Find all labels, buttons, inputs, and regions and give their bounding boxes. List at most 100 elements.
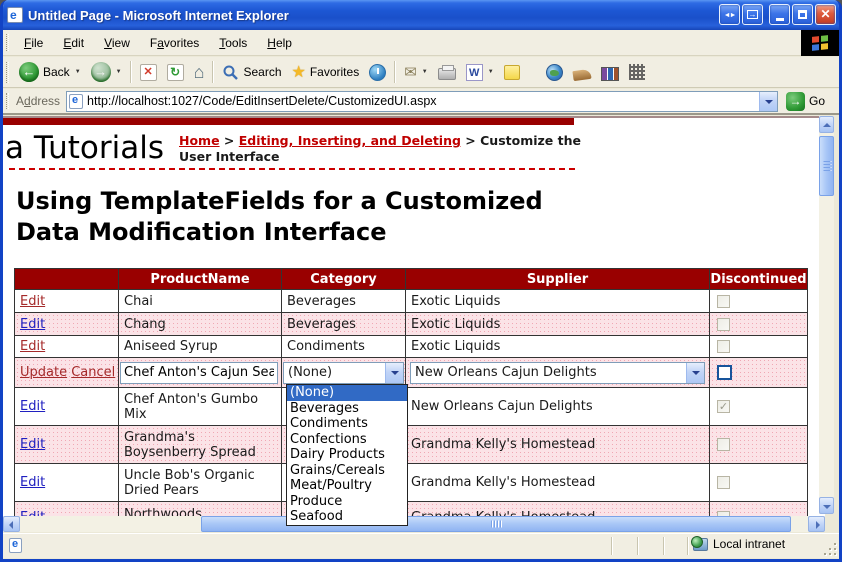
menu-help[interactable]: Help: [257, 34, 302, 52]
scroll-down-button[interactable]: [819, 497, 834, 514]
history-button[interactable]: [364, 59, 391, 85]
standard-buttons-toolbar: ← Back ▼ → ▼ ✕ ↻ ⌂ Search ★ Favorites ✉ …: [3, 57, 839, 88]
menu-edit[interactable]: Edit: [53, 34, 94, 52]
col-header-category: Category: [282, 269, 406, 290]
favorites-star-icon: ★: [292, 62, 306, 82]
address-input[interactable]: e http://localhost:1027/Code/EditInsertD…: [66, 91, 778, 112]
col-header-actions: [15, 269, 119, 290]
go-button[interactable]: → Go: [786, 92, 825, 111]
header-row: ProductName Category Supplier Discontinu…: [15, 269, 808, 290]
dropdown-option[interactable]: Confections: [287, 432, 407, 448]
supplier-cell: New Orleans Cajun Delights: [406, 388, 710, 426]
scroll-left-button[interactable]: [3, 516, 20, 532]
dropdown-option[interactable]: Seafood: [287, 509, 407, 525]
back-dropdown-icon: ▼: [75, 69, 81, 75]
dropdown-option[interactable]: Condiments: [287, 416, 407, 432]
breadcrumb-section-link[interactable]: Editing, Inserting, and Deleting: [239, 133, 461, 148]
edit-link[interactable]: Edit: [20, 294, 45, 309]
edit-with-word-button[interactable]: W ▼: [461, 59, 499, 85]
menu-file[interactable]: File: [14, 34, 53, 52]
category-cell: Condiments: [282, 336, 406, 358]
address-bar: Address e http://localhost:1027/Code/Edi…: [3, 89, 839, 115]
dropdown-option[interactable]: Grains/Cereals: [287, 463, 407, 479]
discuss-button[interactable]: [499, 59, 525, 85]
menu-favorites[interactable]: Favorites: [140, 34, 209, 52]
dropdown-option[interactable]: Meat/Poultry: [287, 478, 407, 494]
back-button[interactable]: ← Back ▼: [14, 59, 86, 85]
category-dropdown[interactable]: (None): [283, 362, 404, 384]
research-button[interactable]: [596, 59, 624, 85]
home-icon: ⌂: [194, 63, 205, 81]
toolbar-grip[interactable]: [6, 93, 9, 110]
product-name-textbox[interactable]: [120, 362, 278, 384]
forward-button[interactable]: → ▼: [86, 59, 127, 85]
edit-link[interactable]: Edit: [20, 399, 45, 414]
browser-viewport: a Tutorials Home > Editing, Inserting, a…: [3, 116, 825, 516]
product-cell: Uncle Bob's Organic Dried Pears: [119, 464, 282, 502]
menu-view[interactable]: View: [94, 34, 140, 52]
dropdown-option[interactable]: Dairy Products: [287, 447, 407, 463]
discontinued-checkbox: [717, 476, 730, 489]
toolbar-grip[interactable]: [6, 34, 9, 52]
dropdown-button[interactable]: [385, 363, 403, 383]
left-right-arrows-icon: ◄►: [724, 12, 736, 19]
chevron-down-icon: [765, 100, 773, 108]
favorites-button[interactable]: ★ Favorites: [287, 59, 365, 85]
supplier-cell: Exotic Liquids: [406, 336, 710, 358]
refresh-icon: ↻: [167, 64, 184, 81]
supplier-dropdown[interactable]: New Orleans Cajun Delights: [410, 362, 705, 384]
ie-window: e Untitled Page - Microsoft Internet Exp…: [0, 0, 842, 562]
dropdown-option-selected[interactable]: (None): [287, 385, 407, 401]
vm-switch-button[interactable]: ◄►: [719, 4, 740, 25]
table-row: Edit Chai Beverages Exotic Liquids: [15, 290, 808, 313]
mail-button[interactable]: ✉ ▼: [399, 59, 433, 85]
menu-tools[interactable]: Tools: [209, 34, 257, 52]
breadcrumb-home-link[interactable]: Home: [179, 133, 220, 148]
print-button[interactable]: [433, 59, 461, 85]
address-dropdown-button[interactable]: [759, 92, 777, 111]
vertical-scroll-thumb[interactable]: [819, 136, 834, 196]
globe-icon: [546, 64, 563, 81]
dropdown-option[interactable]: Produce: [287, 494, 407, 510]
product-cell: Aniseed Syrup: [119, 336, 282, 358]
scroll-right-button[interactable]: [808, 516, 825, 532]
print-icon: [438, 68, 456, 80]
resize-grip[interactable]: [824, 543, 836, 555]
separator: [394, 61, 396, 83]
table-row: Edit Aniseed Syrup Condiments Exotic Liq…: [15, 336, 808, 358]
supplier-cell: Grandma Kelly's Homestead: [406, 464, 710, 502]
supplier-cell: Exotic Liquids: [406, 290, 710, 313]
maximize-button[interactable]: [792, 4, 813, 25]
cancel-link[interactable]: Cancel: [71, 365, 115, 380]
dropdown-button[interactable]: [686, 363, 704, 383]
dropdown-option[interactable]: Beverages: [287, 401, 407, 417]
msn-button[interactable]: [541, 59, 568, 85]
vm-exit-button[interactable]: →: [742, 4, 763, 25]
close-button[interactable]: ✕: [815, 4, 836, 25]
horizontal-scrollbar[interactable]: [3, 516, 825, 532]
shopping-button[interactable]: [568, 59, 596, 85]
mail-icon: ✉: [404, 63, 417, 81]
statusbar-divider: [637, 537, 639, 555]
edit-link[interactable]: Edit: [20, 339, 45, 354]
update-link[interactable]: Update: [20, 365, 67, 380]
scroll-up-button[interactable]: [819, 116, 834, 133]
edit-link[interactable]: Edit: [20, 437, 45, 452]
refresh-button[interactable]: ↻: [162, 59, 189, 85]
chevron-down-icon: [391, 371, 399, 379]
product-cell: Grandma's Boysenberry Spread: [119, 426, 282, 464]
discontinued-checkbox[interactable]: [717, 365, 732, 380]
edit-link[interactable]: Edit: [20, 317, 45, 332]
search-button[interactable]: Search: [217, 59, 286, 85]
arrow-down-icon: [823, 505, 831, 509]
supplier-cell: Grandma Kelly's Homestead: [406, 426, 710, 464]
toolbar-grip[interactable]: [6, 62, 9, 83]
edit-link[interactable]: Edit: [20, 475, 45, 490]
stop-button[interactable]: ✕: [135, 59, 162, 85]
messenger-button[interactable]: [624, 59, 650, 85]
minimize-button[interactable]: [769, 4, 790, 25]
vertical-scrollbar[interactable]: [819, 116, 834, 514]
supplier-dropdown-value: New Orleans Cajun Delights: [415, 365, 597, 380]
home-button[interactable]: ⌂: [189, 59, 210, 85]
status-bar: e Local intranet: [3, 533, 839, 558]
